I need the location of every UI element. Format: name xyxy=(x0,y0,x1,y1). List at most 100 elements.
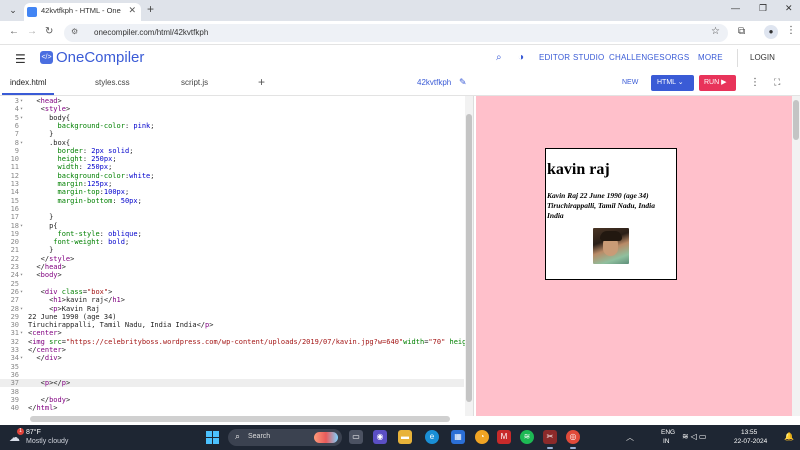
task-view-icon[interactable]: ▭ xyxy=(349,430,363,444)
tab-search-icon[interactable]: ⌄ xyxy=(6,4,20,17)
code-line[interactable]: 37 <p></p> xyxy=(0,379,464,388)
windows-start-icon[interactable] xyxy=(206,431,219,444)
notification-bell-icon[interactable]: 🔔 xyxy=(784,432,794,441)
language-select-button[interactable]: HTML ⌄ xyxy=(651,75,694,91)
theme-toggle-icon[interactable]: ◑ xyxy=(518,52,524,63)
store-app-icon[interactable]: ▦ xyxy=(451,430,465,444)
code-line[interactable]: 5 ▾ body{ xyxy=(0,114,464,122)
code-line[interactable]: 25 xyxy=(0,280,464,288)
code-line[interactable]: 22 </style> xyxy=(0,255,464,263)
region-indicator[interactable]: IN xyxy=(663,438,670,445)
code-line[interactable]: 20 font-weight: bold; xyxy=(0,238,464,246)
file-tab-script-js[interactable]: script.js xyxy=(181,78,208,87)
editor-scroll-thumb[interactable] xyxy=(466,114,472,402)
code-line[interactable]: 31 ▾ <center> xyxy=(0,329,464,337)
code-line[interactable]: 38 xyxy=(0,388,464,396)
code-line[interactable]: 30 Tiruchirappalli, Tamil Nadu, India Ind… xyxy=(0,321,464,329)
code-line[interactable]: 14 margin-top:100px; xyxy=(0,188,464,196)
new-button[interactable]: NEW xyxy=(622,79,638,86)
fold-toggle-icon[interactable]: ▾ xyxy=(20,271,26,279)
code-line[interactable]: 6 background-color: pink; xyxy=(0,122,464,130)
tray-overflow-chevron-icon[interactable]: ︿ xyxy=(626,432,634,443)
fold-toggle-icon[interactable]: ▾ xyxy=(20,305,26,313)
media-app-icon[interactable]: ✂ xyxy=(543,430,557,444)
editor-vertical-scrollbar[interactable] xyxy=(465,96,473,416)
reload-icon[interactable]: ↻ xyxy=(45,26,53,37)
code-line[interactable]: 26 ▾ <div class="box"> xyxy=(0,288,464,296)
project-name[interactable]: 42kvtfkph xyxy=(417,78,451,87)
menu-studio[interactable]: STUDIO xyxy=(573,53,604,62)
extensions-icon[interactable]: ⧉ xyxy=(738,26,745,37)
code-line[interactable]: 32 <img src="https://celebrityboss.wordpr… xyxy=(0,338,473,346)
code-line[interactable]: 29 22 June 1990 (age 34) xyxy=(0,313,464,321)
editor-horizontal-scrollbar[interactable] xyxy=(30,416,450,422)
battery-icon[interactable]: ▭ xyxy=(699,432,709,441)
new-tab-button[interactable]: + xyxy=(147,2,154,16)
code-line[interactable]: 3 ▾ <head> xyxy=(0,97,464,105)
fullscreen-icon[interactable]: ⛶ xyxy=(774,77,780,88)
forward-icon[interactable]: → xyxy=(27,26,37,37)
code-editor[interactable]: 3 ▾ <head> 4 ▾ <style> 5 ▾ body{6 background-… xyxy=(0,96,474,416)
code-line[interactable]: 16 xyxy=(0,205,464,213)
file-tab-styles-css[interactable]: styles.css xyxy=(95,78,130,87)
add-file-button[interactable]: + xyxy=(258,75,265,89)
code-line[interactable]: 15 margin-bottom: 50px; xyxy=(0,197,464,205)
edge-browser-icon[interactable]: e xyxy=(425,430,439,444)
code-line[interactable]: 21 } xyxy=(0,246,464,254)
language-indicator[interactable]: ENG xyxy=(661,429,675,436)
back-icon[interactable]: ← xyxy=(9,26,19,37)
mcafee-icon[interactable]: M xyxy=(497,430,511,444)
window-close-button[interactable]: ✕ xyxy=(785,3,793,14)
code-line[interactable]: 19 font-style: oblique; xyxy=(0,230,464,238)
code-line[interactable]: 33 </center> xyxy=(0,346,464,354)
code-line[interactable]: 24 ▾ <body> xyxy=(0,271,464,279)
code-line[interactable]: 10 height: 250px; xyxy=(0,155,464,163)
bookmark-star-icon[interactable]: ☆ xyxy=(711,26,720,37)
fold-toggle-icon[interactable]: ▾ xyxy=(20,114,26,122)
fold-toggle-icon[interactable]: ▾ xyxy=(20,354,26,362)
run-button[interactable]: RUN ▶ xyxy=(699,75,736,91)
code-line[interactable]: 28 ▾ <p>Kavin Raj xyxy=(0,305,464,313)
file-tab-index-html[interactable]: index.html xyxy=(10,78,46,87)
fold-toggle-icon[interactable]: ▾ xyxy=(20,222,26,230)
chrome-icon[interactable]: ◎ xyxy=(566,430,580,444)
preview-scroll-thumb[interactable] xyxy=(793,100,799,140)
file-explorer-icon[interactable]: ▬ xyxy=(398,430,412,444)
menu-more[interactable]: MORE xyxy=(698,53,723,62)
code-line[interactable]: 13 margin:125px; xyxy=(0,180,464,188)
volume-icon[interactable]: ◁ xyxy=(691,432,699,441)
weather-temperature[interactable]: 87°F xyxy=(26,429,41,436)
meet-app-icon[interactable]: ◉ xyxy=(373,430,387,444)
code-line[interactable]: 18 ▾ p{ xyxy=(0,222,464,230)
wifi-icon[interactable]: ≋ xyxy=(682,432,691,441)
code-line[interactable]: 23 </head> xyxy=(0,263,464,271)
menu-orgs[interactable]: ORGS xyxy=(665,53,689,62)
restore-button[interactable]: ❐ xyxy=(759,3,767,14)
profile-avatar-icon[interactable]: ● xyxy=(764,25,778,39)
code-line[interactable]: 34 ▾ </div> xyxy=(0,354,464,362)
clock-date[interactable]: 22-07-2024 xyxy=(734,438,767,445)
tray-status-icons[interactable]: ≋◁▭ xyxy=(682,432,708,441)
hamburger-menu-icon[interactable]: ☰ xyxy=(15,52,26,66)
spotify-icon[interactable]: ≋ xyxy=(520,430,534,444)
code-line[interactable]: 4 ▾ <style> xyxy=(0,105,464,113)
login-button[interactable]: LOGIN xyxy=(750,53,775,62)
app-badge-icon[interactable]: ◔ xyxy=(475,430,489,444)
clock-time[interactable]: 13:55 xyxy=(741,429,757,436)
code-line[interactable]: 12 background-color:white; xyxy=(0,172,464,180)
code-line[interactable]: 17 } xyxy=(0,213,464,221)
onecompiler-logo-icon[interactable]: </> xyxy=(40,51,53,64)
fold-toggle-icon[interactable]: ▾ xyxy=(20,288,26,296)
code-line[interactable]: 7 } xyxy=(0,130,464,138)
pencil-icon[interactable]: ✎ xyxy=(459,77,467,88)
menu-editor[interactable]: EDITOR xyxy=(539,53,570,62)
code-line[interactable]: 27 <h1>kavin raj</h1> xyxy=(0,296,464,304)
code-line[interactable]: 36 xyxy=(0,371,464,379)
code-line[interactable]: 35 xyxy=(0,363,464,371)
fold-toggle-icon[interactable]: ▾ xyxy=(20,97,26,105)
code-line[interactable]: 8 ▾ .box{ xyxy=(0,139,464,147)
url-input[interactable]: ⚙ onecompiler.com/html/42kvtfkph ☆ xyxy=(64,24,728,42)
search-icon[interactable]: ⌕ xyxy=(496,52,502,63)
code-line[interactable]: 9 border: 2px solid; xyxy=(0,147,464,155)
site-info-icon[interactable]: ⚙ xyxy=(71,27,78,36)
